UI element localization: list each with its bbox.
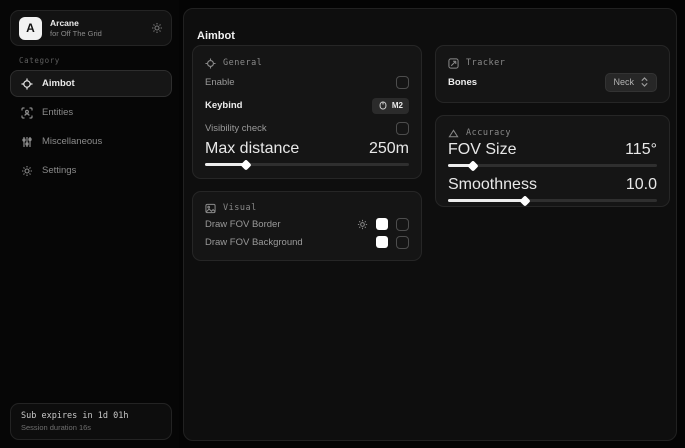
session-duration-text: Session duration 16s: [21, 423, 161, 432]
keybind-button[interactable]: M2: [372, 98, 409, 114]
fov-background-color-swatch[interactable]: [376, 236, 388, 248]
enable-checkbox[interactable]: [396, 76, 409, 89]
sidebar-nav: Aimbot Entities Miscellaneous: [10, 70, 172, 185]
draw-fov-background-checkbox[interactable]: [396, 236, 409, 249]
slider-thumb[interactable]: [240, 159, 251, 170]
slider-thumb[interactable]: [520, 195, 531, 206]
user-scan-icon: [21, 107, 33, 119]
sidebar-item-label: Settings: [42, 165, 76, 176]
draw-fov-background-label: Draw FOV Background: [205, 237, 303, 248]
page-title: Aimbot: [197, 30, 235, 42]
sidebar-item-settings[interactable]: Settings: [10, 157, 172, 184]
fov-size-label: FOV Size: [448, 141, 516, 159]
row-fov-size: FOV Size 115°: [448, 141, 657, 159]
row-draw-fov-background: Draw FOV Background: [205, 233, 409, 251]
fov-size-slider[interactable]: [448, 160, 657, 170]
bones-select[interactable]: Neck: [605, 73, 657, 92]
keybind-label: Keybind: [205, 100, 242, 111]
mouse-icon: [378, 101, 388, 110]
sidebar: A Arcane for Off The Grid Category Aimbo…: [0, 0, 179, 448]
subscription-info-box: Sub expires in 1d 01h Session duration 1…: [10, 403, 172, 440]
fov-border-gear-icon[interactable]: [357, 219, 368, 230]
slider-thumb[interactable]: [467, 160, 478, 171]
sliders-icon: [21, 136, 33, 148]
row-max-distance: Max distance 250m: [205, 140, 409, 158]
sidebar-item-label: Miscellaneous: [42, 136, 102, 147]
sidebar-item-label: Entities: [42, 107, 73, 118]
card-tracker-header: Tracker: [466, 58, 505, 68]
row-visibility-check: Visibility check: [205, 117, 409, 140]
image-icon: [205, 203, 216, 214]
gear-icon: [21, 165, 33, 177]
sidebar-item-label: Aimbot: [42, 78, 75, 89]
crosshair-icon: [205, 58, 216, 69]
card-general: General Enable Keybind M2 Visibility che…: [192, 45, 422, 179]
keybind-value: M2: [392, 101, 403, 110]
enable-label: Enable: [205, 77, 235, 88]
row-smoothness: Smoothness 10.0: [448, 176, 657, 194]
bones-label: Bones: [448, 77, 477, 88]
visibility-check-label: Visibility check: [205, 123, 267, 134]
row-enable: Enable: [205, 71, 409, 94]
row-draw-fov-border: Draw FOV Border: [205, 215, 409, 233]
settings-gear-icon[interactable]: [151, 22, 163, 34]
card-tracker: Tracker Bones Neck: [435, 45, 670, 103]
visibility-check-checkbox[interactable]: [396, 122, 409, 135]
smoothness-slider[interactable]: [448, 195, 657, 205]
app-title: Arcane: [50, 18, 143, 29]
fov-border-color-swatch[interactable]: [376, 218, 388, 230]
angle-icon: [448, 128, 459, 139]
app-subtitle: for Off The Grid: [50, 29, 143, 38]
sidebar-item-entities[interactable]: Entities: [10, 99, 172, 126]
card-visual: Visual Draw FOV Border Draw FOV Backgrou…: [192, 191, 422, 261]
max-distance-label: Max distance: [205, 140, 299, 158]
sub-expires-text: Sub expires in 1d 01h: [21, 411, 161, 421]
max-distance-value: 250m: [369, 140, 409, 158]
app-logo: A: [19, 17, 42, 40]
draw-fov-border-checkbox[interactable]: [396, 218, 409, 231]
crosshair-icon: [21, 78, 33, 90]
app-header-card: A Arcane for Off The Grid: [10, 10, 172, 46]
bones-selected-value: Neck: [613, 77, 634, 87]
card-general-header: General: [223, 58, 262, 68]
app-logo-letter: A: [26, 21, 35, 35]
max-distance-slider[interactable]: [205, 159, 409, 169]
smoothness-label: Smoothness: [448, 176, 537, 194]
row-keybind: Keybind M2: [205, 94, 409, 117]
category-label: Category: [19, 56, 60, 65]
smoothness-value: 10.0: [626, 176, 657, 194]
main-panel: Aimbot General Enable Keybind M2: [183, 8, 677, 441]
selector-updown-icon: [640, 77, 649, 87]
card-accuracy: Accuracy FOV Size 115° Smoothness 10.0: [435, 115, 670, 207]
radar-icon: [448, 58, 459, 69]
sidebar-item-aimbot[interactable]: Aimbot: [10, 70, 172, 97]
sidebar-item-miscellaneous[interactable]: Miscellaneous: [10, 128, 172, 155]
draw-fov-border-label: Draw FOV Border: [205, 219, 281, 230]
card-visual-header: Visual: [223, 203, 257, 213]
row-bones: Bones Neck: [448, 71, 657, 93]
fov-size-value: 115°: [625, 141, 657, 159]
card-accuracy-header: Accuracy: [466, 128, 511, 138]
